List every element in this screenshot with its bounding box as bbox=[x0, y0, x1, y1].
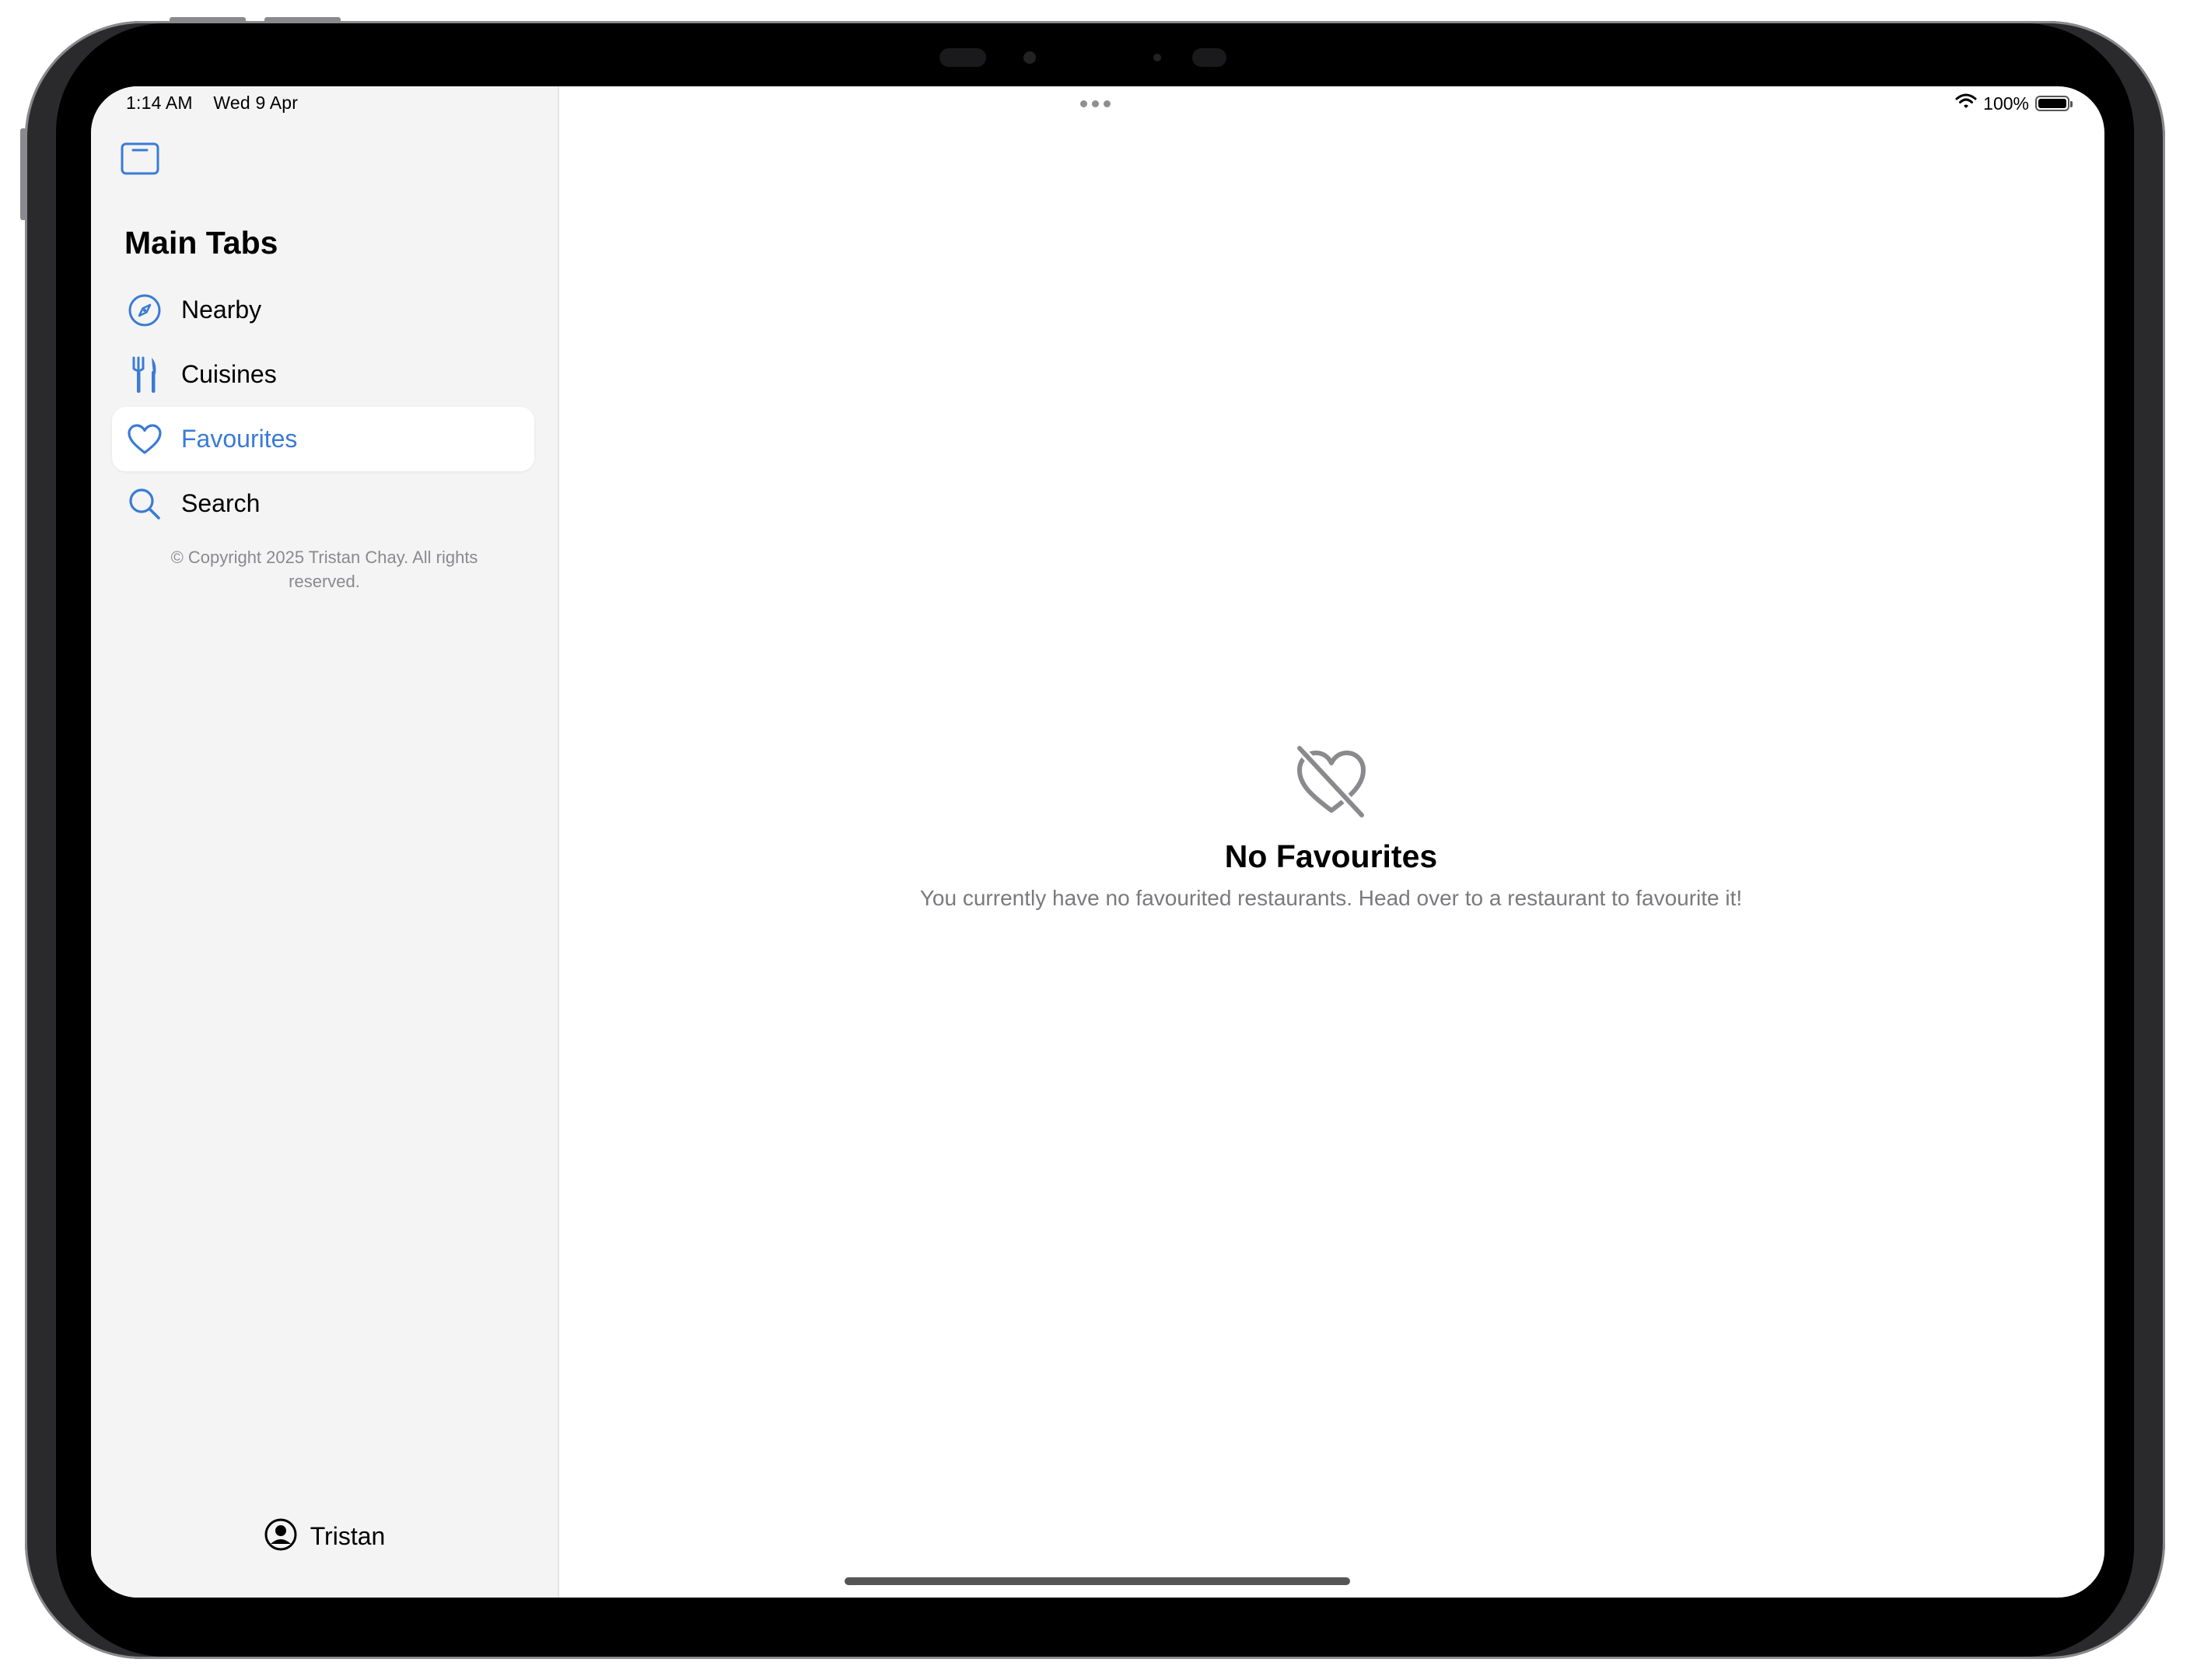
sidebar-toggle-icon[interactable] bbox=[121, 142, 159, 175]
camera-sensors bbox=[939, 47, 1227, 68]
empty-state: No Favourites You currently have no favo… bbox=[558, 744, 2104, 911]
status-time: 1:14 AM bbox=[126, 93, 193, 113]
empty-state-description: You currently have no favourited restaur… bbox=[919, 886, 1743, 910]
top-button bbox=[264, 17, 341, 23]
sidebar-item-label: Search bbox=[181, 489, 261, 517]
magnifying-glass-icon bbox=[126, 485, 163, 523]
multitasking-menu[interactable] bbox=[1080, 100, 1111, 107]
person-circle-icon bbox=[264, 1517, 298, 1556]
sidebar-item-favourites[interactable]: Favourites bbox=[112, 407, 534, 471]
profile-name: Tristan bbox=[310, 1522, 386, 1550]
sidebar-item-search[interactable]: Search bbox=[112, 471, 534, 536]
top-button bbox=[170, 17, 246, 23]
status-date: Wed 9 Apr bbox=[213, 93, 299, 113]
empty-state-title: No Favourites bbox=[1224, 838, 1438, 874]
compass-icon bbox=[126, 292, 163, 329]
heart-slash-icon bbox=[1293, 744, 1370, 820]
wifi-icon bbox=[1955, 93, 1977, 114]
profile-button[interactable]: Tristan bbox=[91, 1517, 558, 1556]
sidebar: 1:14 AM Wed 9 Apr Main Tabs Nearby Cuisi… bbox=[91, 86, 559, 1598]
home-indicator[interactable] bbox=[845, 1577, 1350, 1585]
battery-icon bbox=[2035, 96, 2073, 111]
status-bar-right: 100% bbox=[1955, 93, 2073, 114]
side-button bbox=[20, 128, 26, 220]
copyright-text: © Copyright 2025 Tristan Chay. All right… bbox=[170, 548, 478, 591]
sidebar-section-title: Main Tabs bbox=[124, 225, 278, 261]
sidebar-item-label: Favourites bbox=[181, 425, 298, 453]
fork-knife-icon bbox=[126, 356, 163, 394]
app-screen: 1:14 AM Wed 9 Apr Main Tabs Nearby Cuisi… bbox=[91, 86, 2104, 1598]
heart-icon bbox=[126, 421, 163, 458]
sidebar-item-nearby[interactable]: Nearby bbox=[112, 278, 534, 342]
sidebar-item-label: Cuisines bbox=[181, 360, 277, 388]
status-bar-left: 1:14 AM Wed 9 Apr bbox=[126, 93, 313, 114]
sidebar-item-cuisines[interactable]: Cuisines bbox=[112, 342, 534, 407]
battery-percentage: 100% bbox=[1983, 93, 2029, 114]
sidebar-item-label: Nearby bbox=[181, 296, 262, 324]
